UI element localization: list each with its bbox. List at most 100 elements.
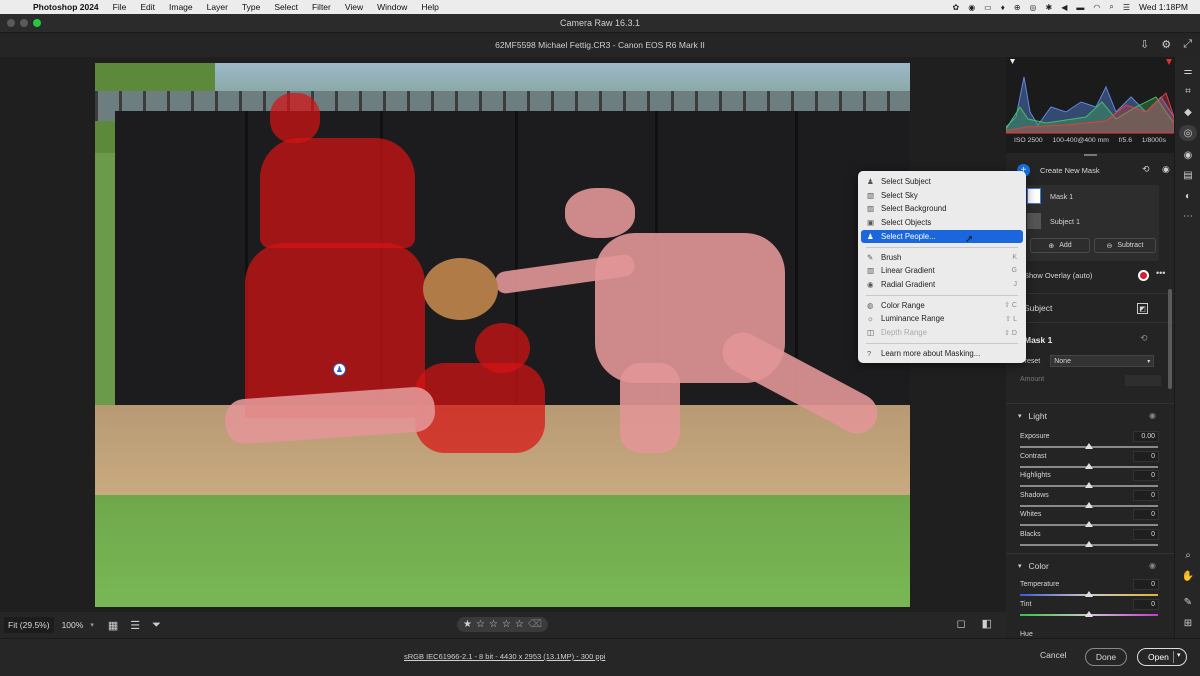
crop-icon[interactable]: ⌗	[1179, 83, 1197, 99]
save-image-icon[interactable]: ⇩	[1140, 38, 1149, 51]
status-app-icon[interactable]: ✿	[952, 3, 959, 12]
amount-input[interactable]	[1125, 375, 1161, 386]
status-app-icon[interactable]: ◎	[1030, 3, 1037, 12]
fit-zoom-button[interactable]: Fit (29.5%)	[4, 617, 54, 633]
slider-knob[interactable]	[1085, 501, 1093, 508]
filter-icon[interactable]: ⏷	[152, 619, 161, 632]
battery-icon[interactable]: ▬	[1076, 3, 1084, 12]
menu-item-radial-gradient[interactable]: ◉ Radial Gradient J	[861, 278, 1023, 291]
zoom-magnifier-icon[interactable]: ⌕	[1179, 547, 1197, 563]
slider-value-input[interactable]: 0	[1133, 528, 1159, 540]
toggle-mask-visibility-icon[interactable]: ◉	[1162, 164, 1170, 175]
menu-select[interactable]: Select	[274, 2, 298, 12]
grid-icon[interactable]: ⊞	[1179, 615, 1197, 631]
menu-filter[interactable]: Filter	[312, 2, 331, 12]
remove-eraser-icon[interactable]: ◆	[1179, 104, 1197, 120]
red-eye-icon[interactable]: ◉	[1179, 147, 1197, 163]
status-app-icon[interactable]: ♦	[1001, 3, 1005, 12]
done-button[interactable]: Done	[1085, 648, 1127, 666]
status-app-icon[interactable]: ◉	[968, 3, 975, 12]
overlay-options-more-icon[interactable]: •••	[1156, 268, 1165, 278]
zoom-100-button[interactable]: 100%	[62, 620, 84, 630]
rating-star-icon[interactable]: ☆	[489, 619, 498, 630]
light-visibility-eye-icon[interactable]: ◉	[1149, 411, 1156, 420]
rating-star-icon[interactable]: ☆	[515, 619, 524, 630]
subject-component-row[interactable]: Subject ◩	[1006, 293, 1174, 323]
rating-star-icon[interactable]: ★	[463, 619, 472, 630]
cancel-button[interactable]: Cancel	[1040, 650, 1066, 660]
slider-value-input[interactable]: 0	[1133, 470, 1159, 481]
slider-value-input[interactable]: 0	[1133, 489, 1159, 501]
panel-resize-handle[interactable]	[1084, 154, 1097, 156]
preset-select[interactable]: None ▾	[1050, 355, 1155, 367]
slider-value-input[interactable]: 0.00	[1133, 431, 1159, 442]
menu-item-select-subject[interactable]: ♟ Select Subject	[861, 175, 1023, 188]
menu-file[interactable]: File	[113, 2, 127, 12]
settings-gear-icon[interactable]: ⚙	[1161, 38, 1171, 51]
slider-knob[interactable]	[1085, 540, 1093, 547]
rating-star-icon[interactable]: ☆	[502, 619, 511, 630]
mask-pin-person-icon[interactable]: ♟	[333, 363, 346, 376]
menu-item-select-sky[interactable]: ▧ Select Sky	[861, 189, 1023, 202]
trash-icon[interactable]: ⌫	[528, 619, 542, 630]
add-mask-button[interactable]: ⊕ Add	[1030, 238, 1090, 253]
masking-icon[interactable]: ◎	[1179, 125, 1197, 141]
menu-image[interactable]: Image	[169, 2, 193, 12]
app-name-menu[interactable]: Photoshop 2024	[33, 2, 99, 12]
bluetooth-icon[interactable]: ✱	[1046, 3, 1053, 12]
invert-mask-icon[interactable]: ◩	[1137, 303, 1148, 314]
photo-preview[interactable]: ♟	[95, 63, 910, 607]
slider-value-input[interactable]: 0	[1133, 599, 1159, 610]
slider-value-input[interactable]: 0	[1133, 579, 1159, 590]
menubar-clock[interactable]: Wed 1:18PM	[1139, 2, 1188, 12]
volume-icon[interactable]: ◀	[1061, 3, 1067, 12]
menu-item-linear-gradient[interactable]: ▥ Linear Gradient G	[861, 264, 1023, 277]
slider-value-input[interactable]: 0	[1133, 450, 1159, 462]
create-new-mask-label[interactable]: Create New Mask	[1040, 166, 1100, 175]
filmstrip-icon[interactable]: ▦	[108, 619, 118, 632]
wifi-icon[interactable]: ◠	[1093, 3, 1100, 12]
slider-knob[interactable]	[1085, 443, 1093, 449]
sort-icon[interactable]: ☰	[130, 619, 140, 632]
menu-item-luminance-range[interactable]: ☼ Luminance Range ⇧ L	[861, 312, 1023, 325]
menu-item-select-people[interactable]: ♟ Select People...	[861, 229, 1023, 243]
slider-value-input[interactable]: 0	[1133, 509, 1159, 520]
menu-help[interactable]: Help	[421, 2, 438, 12]
light-section-header[interactable]: ▾ Light ◉	[1006, 403, 1174, 427]
reset-mask-settings-icon[interactable]: ⟲	[1140, 333, 1148, 344]
more-options-icon[interactable]: ⋯	[1179, 208, 1197, 224]
presets-icon[interactable]: ◐	[1179, 188, 1197, 204]
menu-item-color-range[interactable]: ◍ Color Range ⇧ C	[861, 299, 1023, 312]
close-window-button[interactable]	[7, 19, 15, 27]
menu-item-brush[interactable]: ✎ Brush K	[861, 251, 1023, 264]
workflow-options-link[interactable]: sRGB IEC61966-2.1 - 8 bit - 4430 x 2953 …	[404, 652, 605, 661]
status-app-icon[interactable]: ⊕	[1014, 3, 1021, 12]
mask-item-mask1[interactable]: Mask 1	[1027, 188, 1073, 204]
before-after-icon[interactable]: ◧	[982, 617, 992, 630]
zoom-window-button[interactable]	[33, 19, 41, 27]
color-visibility-eye-icon[interactable]: ◉	[1149, 561, 1156, 570]
menu-view[interactable]: View	[345, 2, 363, 12]
fullscreen-icon[interactable]: ⤢	[1183, 38, 1192, 51]
panel-scrollbar[interactable]	[1168, 289, 1172, 389]
view-single-icon[interactable]: ◻	[956, 617, 965, 630]
slider-knob[interactable]	[1085, 482, 1093, 488]
edit-sliders-icon[interactable]: ⚌	[1179, 63, 1197, 79]
hand-tool-icon[interactable]: ✋	[1179, 568, 1197, 584]
mask-item-subject1[interactable]: Subject 1	[1027, 213, 1080, 229]
slider-knob[interactable]	[1085, 521, 1093, 527]
menu-item-select-background[interactable]: ▨ Select Background	[861, 202, 1023, 215]
open-button[interactable]: Open ▾	[1137, 648, 1187, 666]
slider-knob[interactable]	[1085, 611, 1093, 617]
rating-star-icon[interactable]: ☆	[476, 619, 485, 630]
spotlight-search-icon[interactable]: ⌕	[1109, 2, 1113, 12]
snapshots-icon[interactable]: ▤	[1179, 167, 1197, 183]
reset-masks-icon[interactable]: ⟲	[1142, 164, 1150, 175]
color-section-header[interactable]: ▾ Color ◉	[1006, 553, 1174, 577]
overlay-color-swatch[interactable]	[1138, 270, 1149, 281]
menu-item-select-objects[interactable]: ▣ Select Objects	[861, 216, 1023, 229]
eyedropper-icon[interactable]: ✎	[1179, 594, 1197, 610]
status-app-icon[interactable]: ▭	[984, 3, 992, 12]
menu-type[interactable]: Type	[242, 2, 260, 12]
show-overlay-checkbox-label[interactable]: Show Overlay (auto)	[1024, 271, 1092, 280]
